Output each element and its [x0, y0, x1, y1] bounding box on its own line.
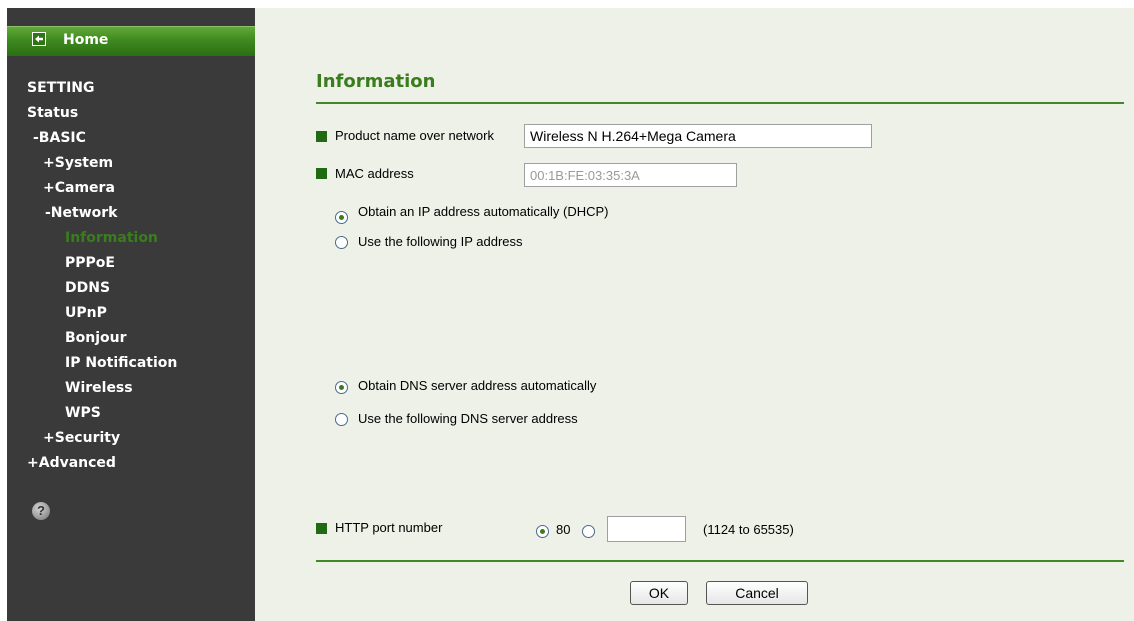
http-port-default-radio[interactable]: [536, 525, 549, 538]
product-name-input[interactable]: [524, 124, 872, 148]
http-port-default-label: 80: [556, 522, 571, 537]
nav-camera[interactable]: +Camera: [43, 179, 115, 197]
page-title: Information: [316, 71, 436, 92]
http-port-bullet: [316, 523, 327, 534]
http-port-input[interactable]: [607, 516, 686, 542]
mac-address-bullet: [316, 168, 327, 179]
product-name-bullet: [316, 131, 327, 142]
nav-ddns[interactable]: DDNS: [65, 279, 110, 297]
nav-status[interactable]: Status: [27, 104, 78, 122]
nav-security[interactable]: +Security: [43, 429, 120, 447]
nav-bonjour[interactable]: Bonjour: [65, 329, 127, 347]
back-arrow-icon: [32, 32, 46, 46]
mac-address-label: MAC address: [335, 166, 414, 181]
nav-system[interactable]: +System: [43, 154, 113, 172]
nav-advanced[interactable]: +Advanced: [27, 454, 116, 472]
http-port-custom-radio[interactable]: [582, 525, 595, 538]
nav-upnp[interactable]: UPnP: [65, 304, 107, 322]
nav-ip-notification[interactable]: IP Notification: [65, 354, 177, 372]
static-ip-radio[interactable]: [335, 236, 348, 249]
nav-network[interactable]: -Network: [45, 204, 117, 222]
main-content: Information Product name over network MA…: [255, 8, 1134, 621]
dns-manual-radio[interactable]: [335, 413, 348, 426]
ok-button[interactable]: OK: [630, 581, 688, 605]
cancel-button[interactable]: Cancel: [706, 581, 808, 605]
mac-address-field: [524, 163, 737, 187]
dhcp-radio[interactable]: [335, 211, 348, 224]
home-button[interactable]: Home: [7, 26, 255, 56]
product-name-label: Product name over network: [335, 128, 494, 143]
dhcp-label: Obtain an IP address automatically (DHCP…: [358, 204, 609, 219]
nav-information[interactable]: Information: [65, 229, 158, 247]
footer-divider: [316, 560, 1124, 562]
nav-basic[interactable]: -BASIC: [33, 129, 86, 147]
nav-wireless[interactable]: Wireless: [65, 379, 133, 397]
dns-manual-label: Use the following DNS server address: [358, 411, 578, 426]
static-ip-label: Use the following IP address: [358, 234, 523, 249]
dns-auto-radio[interactable]: [335, 381, 348, 394]
nav-setting-heading: SETTING: [27, 80, 95, 96]
title-divider: [316, 102, 1124, 104]
nav-pppoe[interactable]: PPPoE: [65, 254, 115, 272]
dns-auto-label: Obtain DNS server address automatically: [358, 378, 597, 393]
help-icon[interactable]: ?: [32, 502, 50, 520]
http-port-range: (1124 to 65535): [703, 522, 794, 537]
sidebar: Home SETTING Status -BASIC +System +Came…: [7, 8, 255, 621]
home-label: Home: [63, 32, 109, 48]
http-port-label: HTTP port number: [335, 520, 443, 535]
nav-wps[interactable]: WPS: [65, 404, 101, 422]
